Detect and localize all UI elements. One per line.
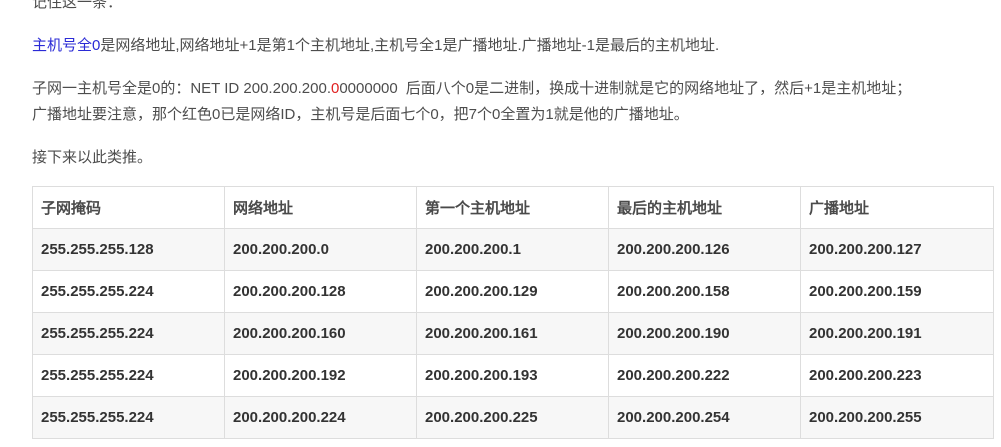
cell-last-host: 200.200.200.190 <box>608 312 801 355</box>
cell-broadcast: 200.200.200.159 <box>800 270 994 313</box>
table-header-row: 子网掩码 网络地址 第一个主机地址 最后的主机地址 广播地址 <box>32 186 994 229</box>
header-broadcast: 广播地址 <box>800 186 994 229</box>
rule-text: 是网络地址,网络地址+1是第1个主机地址,主机号全1是广播地址.广播地址-1是最… <box>100 37 720 54</box>
subnet-note-line-2: 广播地址要注意，那个红色0已是网络ID，主机号是后面七个0，把7个0全置为1就是… <box>32 106 689 123</box>
intro-text: 记住这一条： <box>32 0 123 11</box>
table-row: 255.255.255.224 200.200.200.160 200.200.… <box>32 312 994 355</box>
subnet-note-bits: 0000000 <box>339 80 398 97</box>
cell-network-address: 200.200.200.192 <box>224 354 417 397</box>
cell-network-address: 200.200.200.128 <box>224 270 417 313</box>
subnet-table: 子网掩码 网络地址 第一个主机地址 最后的主机地址 广播地址 255.255.2… <box>32 186 994 439</box>
table-row: 255.255.255.128 200.200.200.0 200.200.20… <box>32 228 994 271</box>
header-network-address: 网络地址 <box>224 186 417 229</box>
cell-first-host: 200.200.200.193 <box>416 354 609 397</box>
cell-broadcast: 200.200.200.127 <box>800 228 994 271</box>
cell-subnet-mask: 255.255.255.224 <box>32 270 225 313</box>
article-content: 记住这一条： 主机号全0是网络地址,网络地址+1是第1个主机地址,主机号全1是广… <box>0 0 1001 447</box>
cell-first-host: 200.200.200.161 <box>416 312 609 355</box>
cell-network-address: 200.200.200.160 <box>224 312 417 355</box>
table-row: 255.255.255.224 200.200.200.128 200.200.… <box>32 270 994 313</box>
cell-subnet-mask: 255.255.255.224 <box>32 312 225 355</box>
cell-first-host: 200.200.200.129 <box>416 270 609 313</box>
header-last-host: 最后的主机地址 <box>608 186 801 229</box>
table-row: 255.255.255.224 200.200.200.192 200.200.… <box>32 354 994 397</box>
cell-last-host: 200.200.200.222 <box>608 354 801 397</box>
next-text: 接下来以此类推。 <box>32 149 153 166</box>
rule-paragraph: 主机号全0是网络地址,网络地址+1是第1个主机地址,主机号全1是广播地址.广播地… <box>32 33 719 59</box>
cell-first-host: 200.200.200.1 <box>416 228 609 271</box>
subnet-note-suffix: 后面八个0是二进制，换成十进制就是它的网络地址了，然后+1是主机地址； <box>405 80 912 97</box>
subnet-note-prefix: 子网一主机号全是0的：NET ID 200.200.200. <box>32 80 331 97</box>
rule-highlight: 主机号全0 <box>32 37 101 54</box>
table-row: 255.255.255.224 200.200.200.224 200.200.… <box>32 396 994 439</box>
subnet-note-line-1: 子网一主机号全是0的：NET ID 200.200.200.00000000 后面… <box>32 76 911 102</box>
header-first-host: 第一个主机地址 <box>416 186 609 229</box>
cell-network-address: 200.200.200.224 <box>224 396 417 439</box>
cell-last-host: 200.200.200.126 <box>608 228 801 271</box>
cell-broadcast: 200.200.200.191 <box>800 312 994 355</box>
header-subnet-mask: 子网掩码 <box>32 186 225 229</box>
cell-last-host: 200.200.200.158 <box>608 270 801 313</box>
cell-network-address: 200.200.200.0 <box>224 228 417 271</box>
cell-subnet-mask: 255.255.255.128 <box>32 228 225 271</box>
cell-subnet-mask: 255.255.255.224 <box>32 396 225 439</box>
cell-broadcast: 200.200.200.223 <box>800 354 994 397</box>
cell-first-host: 200.200.200.225 <box>416 396 609 439</box>
cell-subnet-mask: 255.255.255.224 <box>32 354 225 397</box>
cell-last-host: 200.200.200.254 <box>608 396 801 439</box>
cell-broadcast: 200.200.200.255 <box>800 396 994 439</box>
